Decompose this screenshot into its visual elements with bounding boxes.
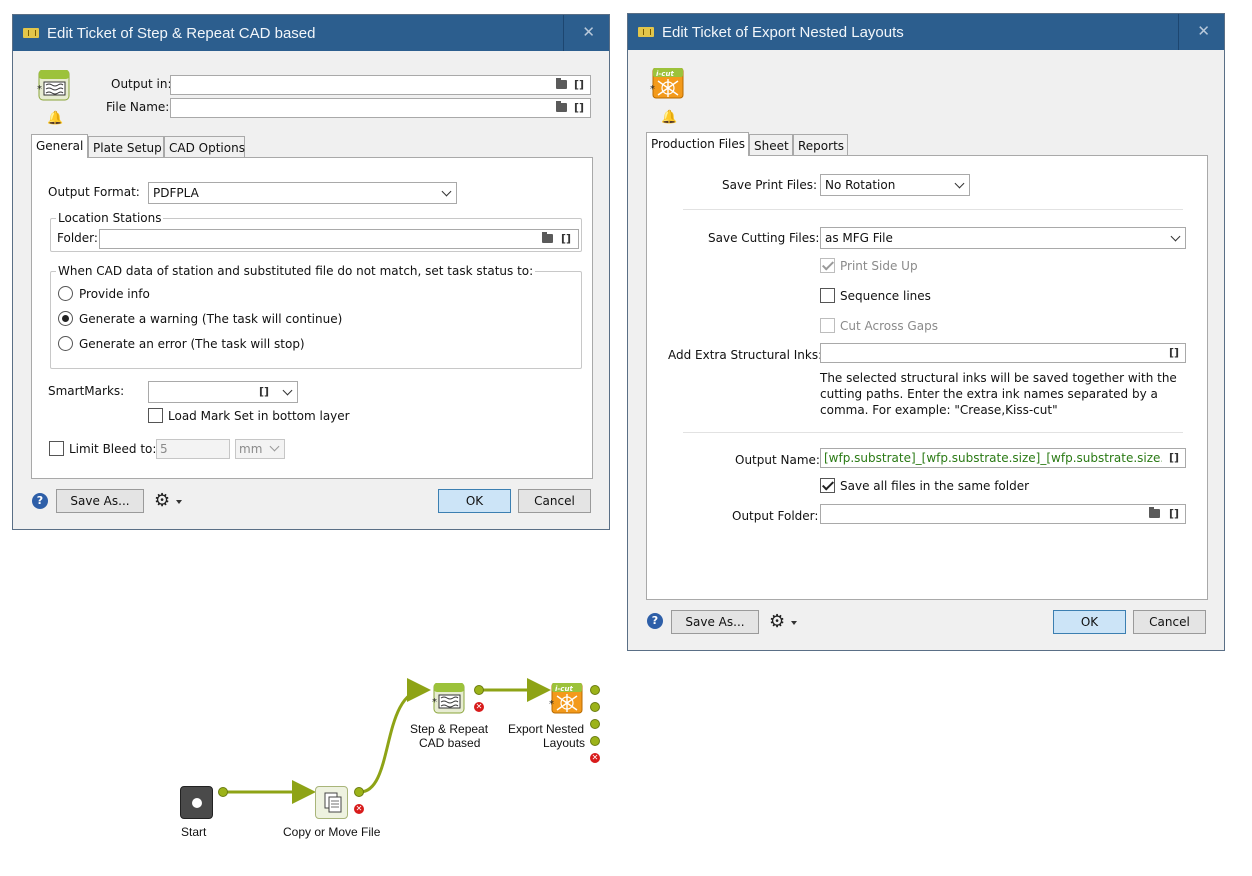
connector-dot[interactable] [474, 685, 484, 695]
error-connector-icon[interactable]: ✕ [474, 702, 484, 712]
start-node[interactable] [180, 786, 213, 819]
export-nested-label-line2: Layouts [543, 736, 586, 750]
svg-text:*: * [549, 699, 554, 710]
copy-move-node[interactable] [315, 786, 348, 819]
tab-general[interactable]: General [31, 134, 88, 158]
connector-dot[interactable] [590, 685, 600, 695]
connector-dot[interactable] [218, 787, 228, 797]
error-connector-icon[interactable]: ✕ [354, 804, 364, 814]
connector-dot[interactable] [590, 736, 600, 746]
icut-export-icon: i-cut * [549, 682, 583, 714]
step-repeat-label-line2: CAD based [419, 736, 481, 750]
connector-dot[interactable] [354, 787, 364, 797]
copy-files-icon [324, 792, 342, 813]
start-label: Start [181, 825, 207, 839]
start-dot-icon [192, 798, 202, 808]
step-repeat-node[interactable]: * [432, 682, 466, 716]
step-repeat-label-line1: Step & Repeat [410, 722, 489, 736]
step-repeat-icon: * [432, 682, 465, 714]
copy-move-label: Copy or Move File [283, 825, 381, 839]
workflow-connectors [223, 678, 551, 804]
connector-dot[interactable] [590, 719, 600, 729]
export-nested-label-line1: Export Nested [508, 722, 585, 736]
svg-text:i-cut: i-cut [555, 685, 573, 693]
error-connector-icon[interactable]: ✕ [590, 753, 600, 763]
connector-dot[interactable] [590, 702, 600, 712]
tab-production-files[interactable]: Production Files [646, 132, 749, 156]
svg-text:*: * [432, 697, 437, 708]
export-nested-node[interactable]: i-cut * [549, 682, 585, 716]
